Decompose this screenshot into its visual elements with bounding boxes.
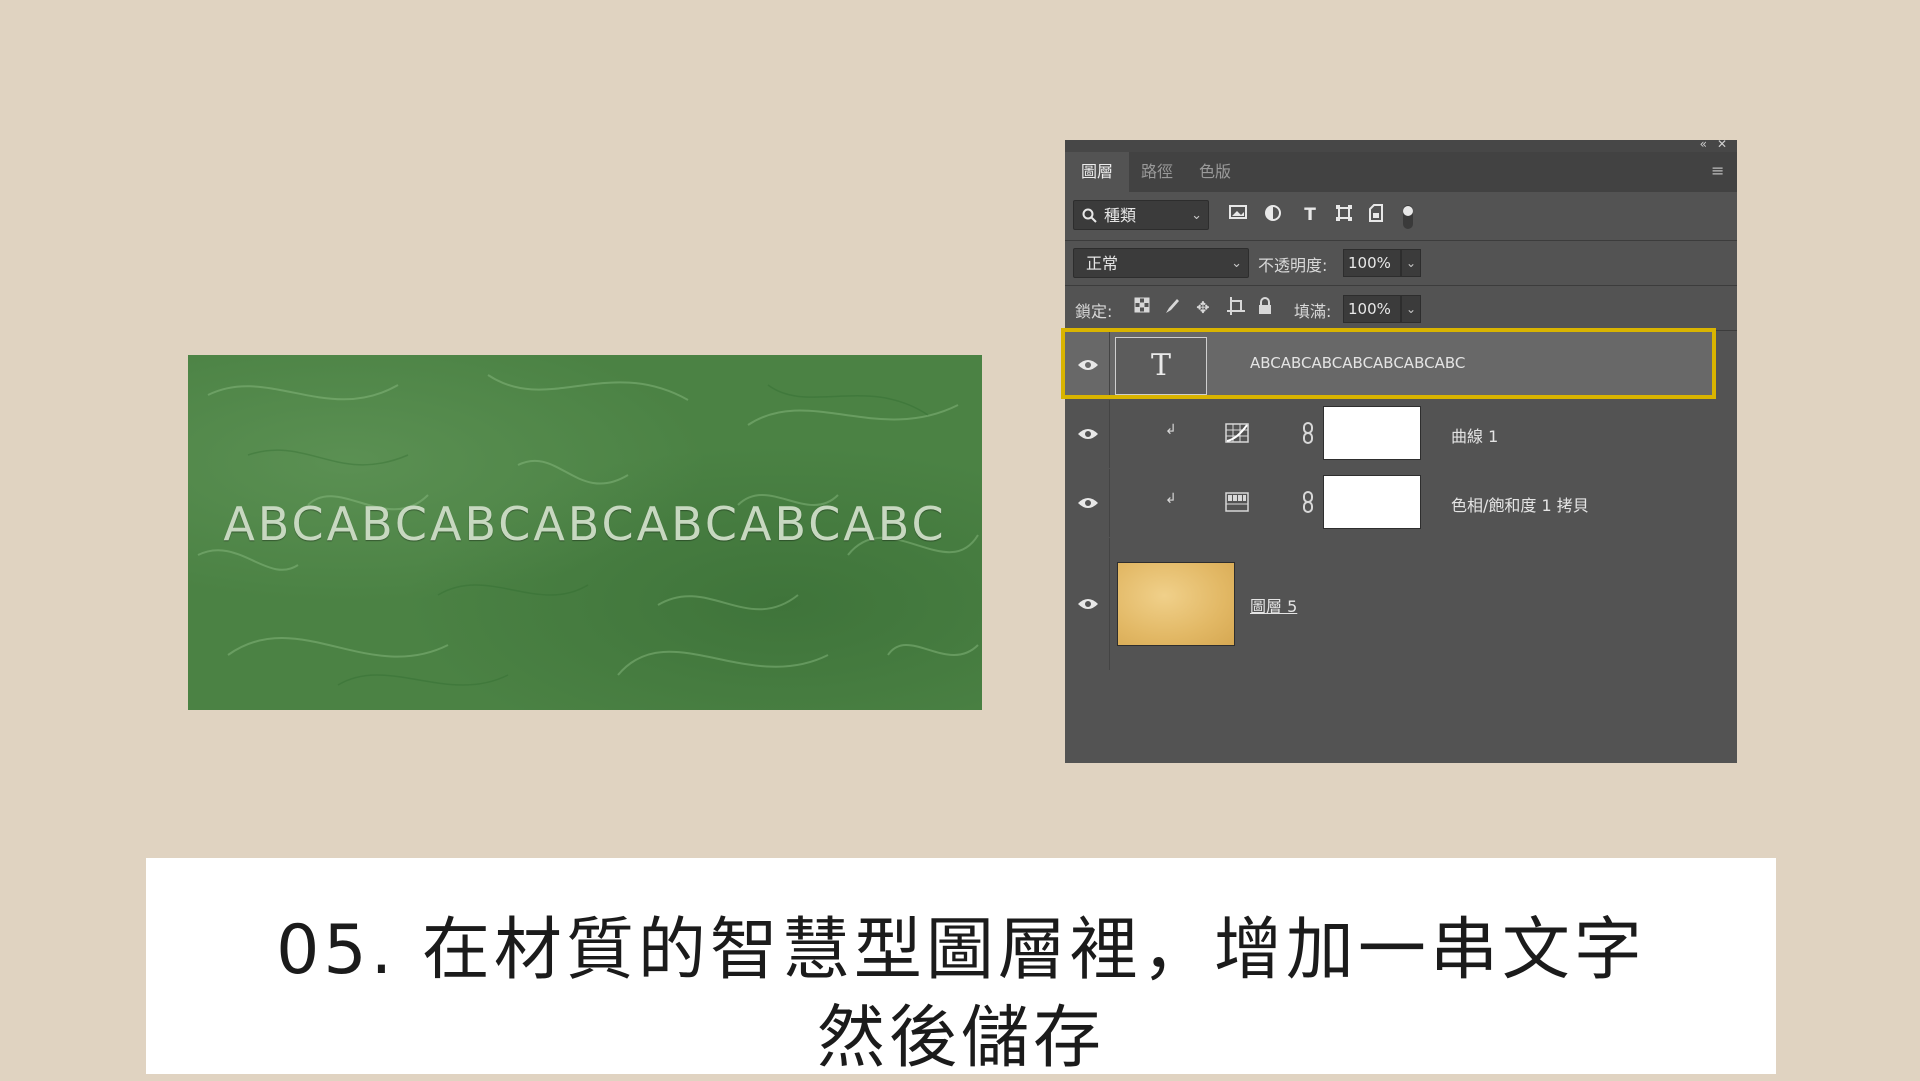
- canvas-preview: ABCABCABCABCABCABCABC: [188, 355, 982, 710]
- chevron-down-icon: ⌄: [1231, 256, 1242, 271]
- shape-filter-icon[interactable]: [1333, 204, 1355, 226]
- layers-panel: « ✕ 圖層 路徑 色版 ≡ 種類 ⌄ T 正常 ⌄ 不透明度: 100% ⌄: [1065, 137, 1737, 763]
- hue-saturation-adjustment-icon[interactable]: [1225, 492, 1249, 512]
- divider: [1109, 469, 1110, 537]
- layer-row-curves[interactable]: ↲ 曲線 1: [1065, 400, 1716, 468]
- lock-all-icon[interactable]: [1254, 297, 1276, 319]
- blend-mode-value: 正常: [1086, 254, 1119, 273]
- layer-row-hue-saturation[interactable]: ↲ 色相/飽和度 1 拷貝: [1065, 469, 1716, 537]
- close-icon[interactable]: ✕: [1717, 137, 1727, 151]
- layer-mask-thumbnail[interactable]: [1323, 475, 1421, 529]
- smart-object-thumbnail[interactable]: [1117, 562, 1235, 646]
- clipping-mask-icon: ↲: [1165, 491, 1177, 507]
- preview-text: ABCABCABCABCABCABCABC: [223, 497, 947, 551]
- lock-artboard-icon[interactable]: [1225, 297, 1247, 319]
- caption-line-1: 05. 在材質的智慧型圖層裡，增加一串文字: [276, 911, 1646, 990]
- divider: [1109, 538, 1110, 670]
- panel-tab-bar: 圖層 路徑 色版 ≡: [1065, 152, 1737, 192]
- panel-menu-icon[interactable]: ≡: [1711, 163, 1725, 179]
- adjustment-filter-icon[interactable]: [1262, 204, 1284, 226]
- divider: [1109, 400, 1110, 468]
- layer-row-smart-object[interactable]: 圖層 5: [1065, 538, 1716, 670]
- collapse-icon[interactable]: «: [1700, 137, 1707, 151]
- layer-name[interactable]: ABCABCABCABCABCABCABC: [1250, 354, 1465, 372]
- layer-mask-thumbnail[interactable]: [1323, 406, 1421, 460]
- eye-icon[interactable]: [1077, 597, 1099, 611]
- caption-line-2: 然後儲存: [816, 999, 1105, 1078]
- layer-row-text[interactable]: T ABCABCABCABCABCABCABC: [1065, 331, 1716, 399]
- layer-name[interactable]: 圖層 5: [1250, 593, 1297, 617]
- tab-paths[interactable]: 路徑: [1129, 152, 1185, 192]
- opacity-input[interactable]: 100%: [1343, 249, 1401, 277]
- clipping-mask-icon: ↲: [1165, 422, 1177, 438]
- layer-kind-label: 種類: [1104, 206, 1137, 225]
- type-filter-icon[interactable]: T: [1299, 204, 1321, 226]
- image-filter-icon[interactable]: [1227, 204, 1249, 226]
- lock-pixels-icon[interactable]: [1161, 297, 1183, 319]
- link-icon[interactable]: [1302, 422, 1314, 444]
- layer-kind-filter-dropdown[interactable]: 種類 ⌄: [1073, 200, 1209, 230]
- divider: [1065, 285, 1737, 286]
- layer-name[interactable]: 曲線 1: [1451, 423, 1498, 447]
- divider: [1109, 331, 1110, 399]
- fill-dropdown-button[interactable]: ⌄: [1401, 295, 1421, 323]
- eye-icon[interactable]: [1077, 427, 1099, 441]
- lock-position-icon[interactable]: ✥: [1192, 297, 1214, 319]
- eye-icon[interactable]: [1077, 496, 1099, 510]
- blend-mode-dropdown[interactable]: 正常 ⌄: [1073, 248, 1249, 278]
- fill-label: 填滿:: [1294, 302, 1332, 321]
- tab-channels[interactable]: 色版: [1185, 152, 1245, 192]
- fill-input[interactable]: 100%: [1343, 295, 1401, 323]
- lock-transparent-icon[interactable]: [1131, 297, 1153, 319]
- divider: [1065, 240, 1737, 241]
- tab-layers[interactable]: 圖層: [1065, 152, 1129, 192]
- curves-adjustment-icon[interactable]: [1225, 423, 1249, 443]
- filter-toggle-icon[interactable]: [1397, 204, 1419, 229]
- panel-title-bar: [1065, 140, 1737, 152]
- link-icon[interactable]: [1302, 491, 1314, 513]
- chevron-down-icon: ⌄: [1191, 208, 1202, 223]
- caption-box: 05. 在材質的智慧型圖層裡，增加一串文字 然後儲存: [146, 858, 1776, 1078]
- layer-name[interactable]: 色相/飽和度 1 拷貝: [1451, 492, 1589, 516]
- eye-icon[interactable]: [1077, 358, 1099, 372]
- smart-object-filter-icon[interactable]: [1365, 204, 1387, 226]
- text-layer-thumbnail[interactable]: T: [1115, 337, 1207, 395]
- opacity-dropdown-button[interactable]: ⌄: [1401, 249, 1421, 277]
- opacity-label: 不透明度:: [1258, 256, 1328, 275]
- search-icon: [1082, 208, 1097, 223]
- lock-label: 鎖定:: [1075, 302, 1113, 321]
